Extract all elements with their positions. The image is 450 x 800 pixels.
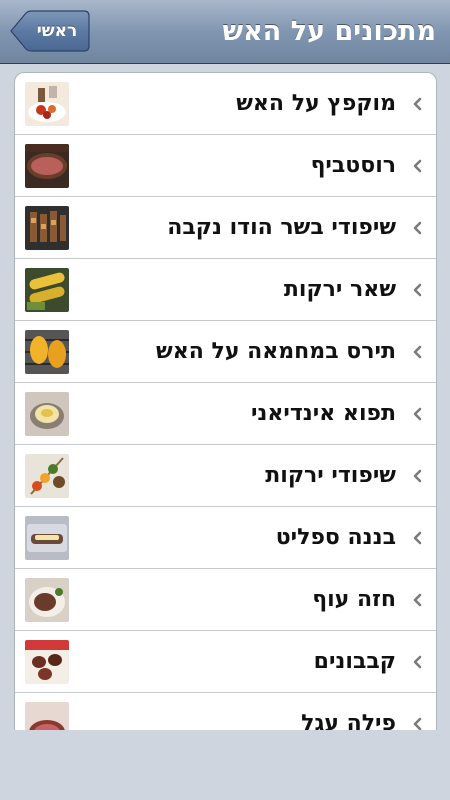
grilled-stir-fry-photo: [25, 82, 69, 126]
roast-beef-photo: [25, 144, 69, 188]
list-item[interactable]: חזה עוף: [15, 569, 436, 631]
chevron-right-icon: [413, 469, 422, 483]
recipe-title: שיפודי ירקות: [265, 463, 396, 488]
bottom-area: [0, 730, 450, 800]
grilled-corn-photo: [25, 330, 69, 374]
recipe-title: חזה עוף: [312, 587, 396, 612]
grilled-vegetables-photo: [25, 268, 69, 312]
chevron-right-icon: [413, 407, 422, 421]
back-button-label: ראשי: [36, 21, 78, 41]
list-item[interactable]: שיפודי ירקות: [15, 445, 436, 507]
recipe-title: שאר ירקות: [283, 277, 396, 302]
list-item[interactable]: רוסטביף: [15, 135, 436, 197]
chevron-right-icon: [413, 221, 422, 235]
list-item[interactable]: בננה ספליט: [15, 507, 436, 569]
navigation-bar: ראשי מתכונים על האש: [0, 0, 450, 64]
chevron-right-icon: [413, 593, 422, 607]
baked-potato-photo: [25, 392, 69, 436]
veal-fillet-photo: [25, 702, 69, 730]
list-item[interactable]: שאר ירקות: [15, 259, 436, 321]
list-item[interactable]: תירס במחמאה על האש: [15, 321, 436, 383]
list-item[interactable]: מוקפץ על האש: [15, 73, 436, 135]
recipe-list: מוקפץ על האש רוסטביף שיפודי בשר הודו נקב…: [14, 72, 437, 730]
chevron-right-icon: [413, 283, 422, 297]
recipe-title: פילה עגל: [301, 711, 396, 730]
recipe-title: תפוא אינדיאני: [250, 401, 396, 426]
list-item[interactable]: פילה עגל: [15, 693, 436, 730]
page-title: מתכונים על האש: [222, 16, 436, 47]
chevron-right-icon: [413, 717, 422, 730]
recipe-title: קבבונים: [313, 649, 396, 674]
recipe-title: שיפודי בשר הודו נקבה: [167, 215, 396, 240]
recipe-title: רוסטביף: [310, 153, 396, 178]
recipe-title: מוקפץ על האש: [236, 91, 396, 116]
vegetable-skewers-photo: [25, 454, 69, 498]
turkey-skewers-photo: [25, 206, 69, 250]
list-item[interactable]: שיפודי בשר הודו נקבה: [15, 197, 436, 259]
banana-split-photo: [25, 516, 69, 560]
recipe-title: תירס במחמאה על האש: [156, 339, 396, 364]
back-button[interactable]: ראשי: [8, 10, 90, 52]
kebabs-photo: [25, 640, 69, 684]
list-item[interactable]: תפוא אינדיאני: [15, 383, 436, 445]
chevron-right-icon: [413, 655, 422, 669]
list-item[interactable]: קבבונים: [15, 631, 436, 693]
chevron-right-icon: [413, 345, 422, 359]
recipe-title: בננה ספליט: [275, 525, 396, 550]
chicken-breast-photo: [25, 578, 69, 622]
chevron-right-icon: [413, 97, 422, 111]
chevron-right-icon: [413, 159, 422, 173]
chevron-right-icon: [413, 531, 422, 545]
